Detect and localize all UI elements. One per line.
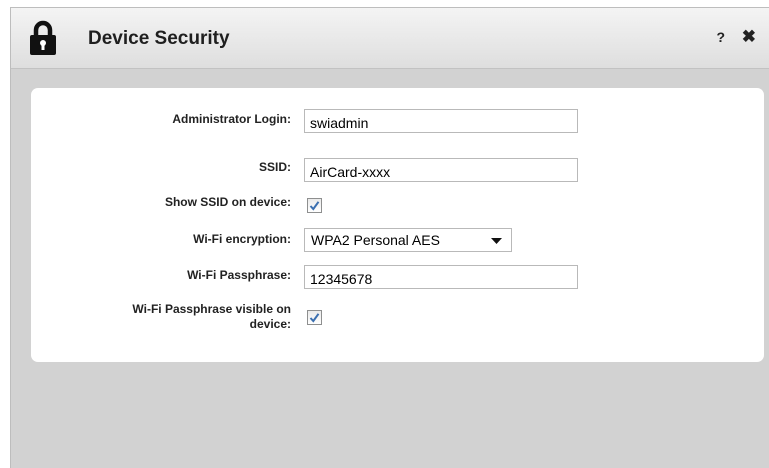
passphrase-visible-label-line1: Wi-Fi Passphrase visible on	[132, 302, 291, 316]
device-security-dialog: Device Security ? ✖ Administrator Login:…	[10, 7, 769, 468]
passphrase-visible-label-line2: device:	[249, 317, 291, 331]
show-ssid-checkbox[interactable]	[307, 198, 322, 213]
wifi-encryption-label: Wi-Fi encryption:	[193, 232, 291, 246]
wifi-encryption-select[interactable]: WPA2 Personal AES	[304, 228, 512, 252]
wifi-encryption-value: WPA2 Personal AES	[311, 232, 440, 248]
passphrase-visible-label: Wi-Fi Passphrase visible on device:	[51, 302, 291, 332]
ssid-label: SSID:	[258, 160, 291, 174]
passphrase-visible-checkbox[interactable]	[307, 310, 322, 325]
show-ssid-label: Show SSID on device:	[164, 195, 291, 209]
dialog-title: Device Security	[88, 28, 230, 49]
admin-login-input[interactable]	[304, 109, 578, 133]
wifi-passphrase-input[interactable]	[304, 265, 578, 289]
close-icon[interactable]: ✖	[742, 27, 756, 47]
help-icon[interactable]: ?	[716, 29, 725, 45]
dialog-titlebar: Device Security ? ✖	[11, 8, 769, 69]
check-icon	[309, 201, 320, 211]
check-icon	[309, 313, 320, 323]
ssid-input[interactable]	[304, 158, 578, 182]
wifi-passphrase-label: Wi-Fi Passphrase:	[187, 268, 291, 282]
admin-login-label: Administrator Login:	[172, 112, 291, 126]
chevron-down-icon	[491, 238, 502, 244]
lock-icon	[30, 20, 56, 55]
settings-panel: Administrator Login: SSID: Show SSID on …	[31, 88, 764, 362]
